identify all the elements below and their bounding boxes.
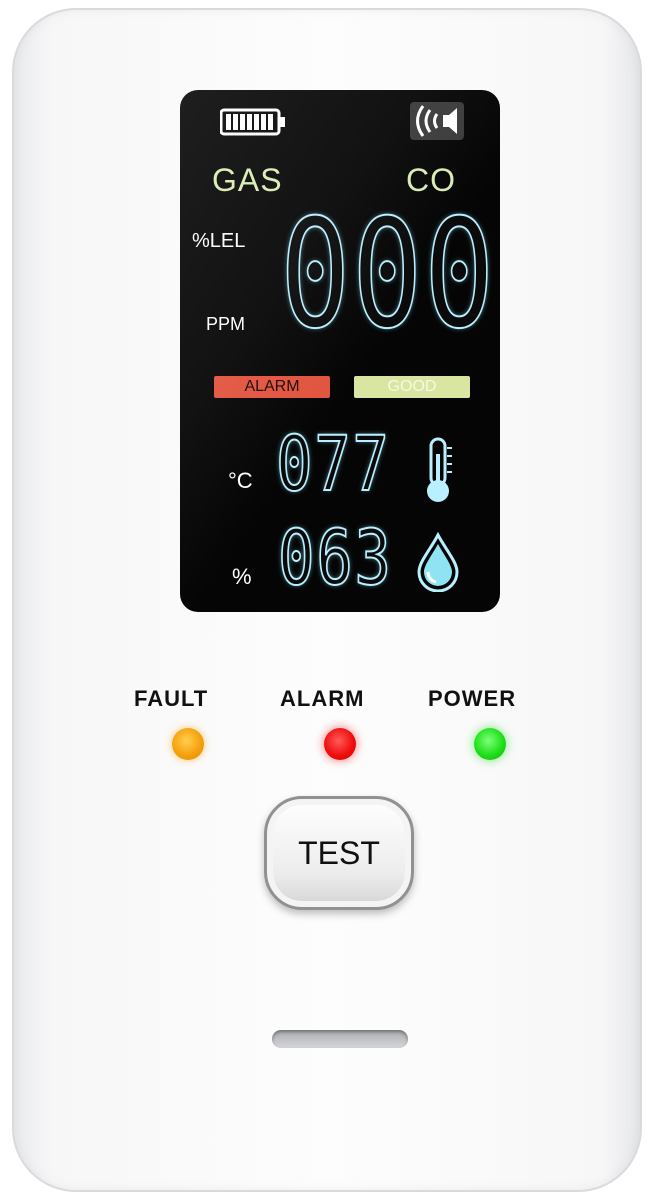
good-badge: GOOD: [354, 376, 470, 398]
fault-label: FAULT: [134, 686, 209, 711]
water-drop-icon: [417, 532, 459, 592]
ppm-unit: PPM: [206, 314, 246, 334]
temperature-reading: 077: [275, 419, 391, 508]
power-label: POWER: [428, 686, 517, 711]
temperature-unit: °C: [228, 468, 253, 493]
gas-reading: 000: [279, 188, 497, 362]
fault-led: [172, 728, 204, 760]
alarm-led: [324, 728, 356, 760]
alarm-badge: ALARM: [214, 376, 330, 398]
power-led: [474, 728, 506, 760]
battery-icon: [220, 108, 285, 136]
lel-unit: %LEL: [192, 230, 246, 252]
speaker-slot: [272, 1030, 408, 1048]
test-button[interactable]: TEST: [264, 796, 414, 910]
speaker-icon: [410, 102, 464, 140]
alarm-label: ALARM: [280, 686, 365, 711]
humidity-reading: 063: [277, 513, 393, 602]
gas-label: GAS: [212, 162, 283, 198]
detector-body: GAS CO %LEL PPM 000 ALARM GOOD °C 077 % …: [12, 8, 642, 1192]
lcd-display: GAS CO %LEL PPM 000 ALARM GOOD °C 077 % …: [180, 90, 500, 612]
humidity-unit: %: [232, 564, 252, 589]
thermometer-icon: [427, 437, 452, 502]
